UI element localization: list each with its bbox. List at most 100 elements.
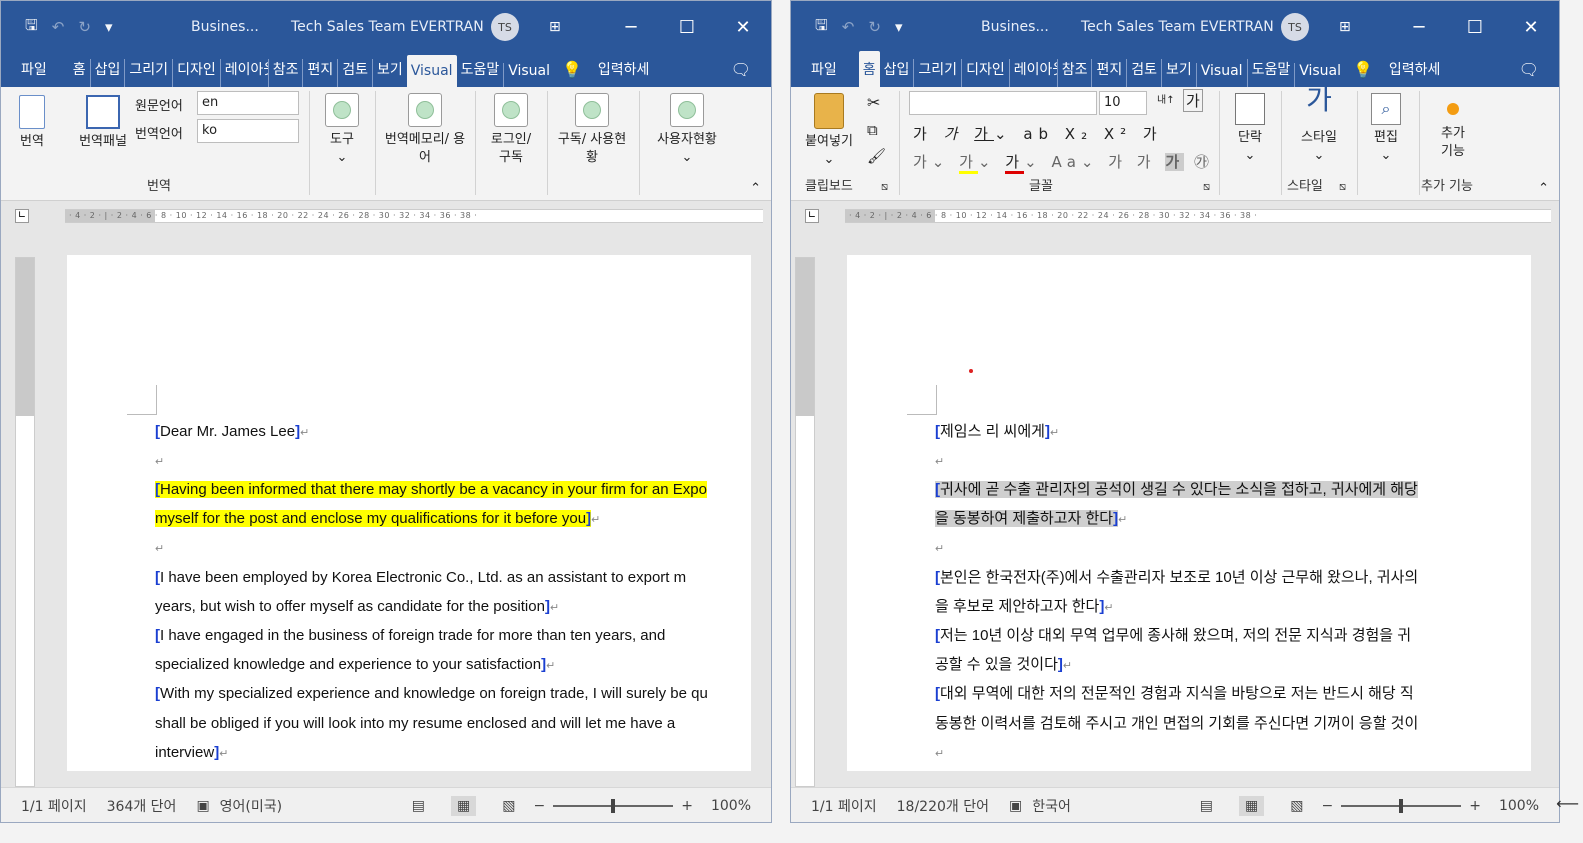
maximize-icon[interactable]: ☐ xyxy=(1447,17,1503,38)
language-indicator[interactable]: 영어(미국) xyxy=(220,796,282,816)
maximize-icon[interactable]: ☐ xyxy=(659,17,715,38)
tab-draw[interactable]: 그리기 xyxy=(124,59,172,87)
tab-mailings[interactable]: 편지 xyxy=(1091,59,1126,87)
styles-launcher-icon[interactable]: ⧅ xyxy=(1339,180,1346,194)
language-indicator[interactable]: 한국어 xyxy=(1032,796,1071,816)
zoom-slider[interactable] xyxy=(1341,799,1462,813)
change-case-icon[interactable]: 가 xyxy=(1183,89,1203,112)
lightbulb-icon[interactable]: 💡 xyxy=(554,60,590,87)
collapse-ribbon-icon[interactable]: ⌃ xyxy=(1538,181,1549,196)
zoom-level[interactable]: 100% xyxy=(1499,798,1539,814)
redo-icon[interactable]: ↻ xyxy=(78,18,91,36)
tell-me-box[interactable]: 입력하세 xyxy=(590,59,658,87)
tab-layout[interactable]: 레이아웃 xyxy=(219,59,268,87)
collapse-ribbon-icon[interactable]: ⌃ xyxy=(750,181,761,196)
customize-qat-icon[interactable]: ▾ xyxy=(105,18,113,36)
source-lang-field[interactable]: en xyxy=(197,91,299,115)
comment-icon[interactable]: 🗨 xyxy=(711,60,771,87)
tab-file[interactable]: 파일 xyxy=(791,59,859,87)
editing-button[interactable]: ⌕ 편집 ⌄ xyxy=(1363,93,1409,165)
addins-button[interactable]: 추가 기능 xyxy=(1423,97,1483,161)
font-color-row[interactable]: 가⌄ 가⌄ 가⌄ Aa⌄ 가 가 가 ㉮ xyxy=(913,151,1214,174)
grow-font-icon[interactable]: 내↑ xyxy=(1157,91,1175,106)
clipboard-launcher-icon[interactable]: ⧅ xyxy=(881,180,888,194)
undo-icon[interactable]: ↶ xyxy=(52,18,65,36)
tab-layout[interactable]: 레이아웃 xyxy=(1008,59,1057,87)
save-icon[interactable]: 🖫 xyxy=(815,15,828,40)
tab-mailings[interactable]: 편지 xyxy=(302,59,337,87)
tab-references[interactable]: 참조 xyxy=(267,59,303,87)
styles-button[interactable]: 가 스타일 ⌄ xyxy=(1287,86,1351,165)
font-size-field[interactable]: 10 xyxy=(1099,91,1147,115)
usage-button[interactable]: 사용자현황 ⌄ xyxy=(647,93,727,167)
print-layout-icon[interactable]: ▦ xyxy=(1239,796,1265,816)
document-page[interactable]: [Dear Mr. James Lee]↵ ↵ [Having been inf… xyxy=(67,255,751,771)
tab-draw[interactable]: 그리기 xyxy=(913,59,961,87)
tab-help[interactable]: 도움말 xyxy=(457,59,504,87)
tab-selector[interactable]: ∟ xyxy=(15,209,29,223)
customize-qat-icon[interactable]: ▾ xyxy=(895,18,903,36)
word-count[interactable]: 18/220개 단어 xyxy=(897,796,989,816)
tab-review[interactable]: 검토 xyxy=(337,59,372,87)
read-mode-icon[interactable]: ▤ xyxy=(412,798,425,814)
translate-pane-button[interactable]: 번역패널 xyxy=(73,95,133,151)
tab-view[interactable]: 보기 xyxy=(1161,59,1196,87)
tab-visual-2[interactable]: Visual xyxy=(503,63,554,87)
lightbulb-icon[interactable]: 💡 xyxy=(1345,60,1381,87)
zoom-out-icon[interactable]: − xyxy=(534,798,546,814)
tab-view[interactable]: 보기 xyxy=(372,59,407,87)
close-icon[interactable]: ✕ xyxy=(715,17,771,38)
tab-insert[interactable]: 삽입 xyxy=(880,59,914,87)
login-button[interactable]: 로그인/ 구독 xyxy=(483,93,539,167)
read-mode-icon[interactable]: ▤ xyxy=(1200,798,1213,814)
font-name-field[interactable] xyxy=(909,91,1097,115)
proofing-icon[interactable]: ▣ xyxy=(1009,798,1022,814)
web-layout-icon[interactable]: ▧ xyxy=(502,798,515,814)
memory-button[interactable]: 번역메모리/ 용어 xyxy=(383,93,467,167)
zoom-in-icon[interactable]: + xyxy=(1469,798,1481,814)
avatar[interactable]: TS xyxy=(1281,13,1309,41)
zoom-out-icon[interactable]: − xyxy=(1322,798,1334,814)
zoom-in-icon[interactable]: + xyxy=(681,798,693,814)
paste-button[interactable]: 붙여넣기 ⌄ xyxy=(799,93,859,169)
save-icon[interactable]: 🖫 xyxy=(25,15,38,40)
web-layout-icon[interactable]: ▧ xyxy=(1290,798,1303,814)
print-layout-icon[interactable]: ▦ xyxy=(451,796,477,816)
tab-design[interactable]: 디자인 xyxy=(172,59,220,87)
tab-visual-1[interactable]: Visual xyxy=(1195,63,1247,87)
target-lang-field[interactable]: ko xyxy=(197,119,299,143)
cut-icon[interactable]: ✂ xyxy=(867,93,880,112)
translate-button[interactable]: 번역 xyxy=(15,95,49,151)
tab-home[interactable]: 홈 xyxy=(69,59,90,87)
tab-review[interactable]: 검토 xyxy=(1126,59,1161,87)
redo-icon[interactable]: ↻ xyxy=(868,18,881,36)
minimize-icon[interactable]: ─ xyxy=(1391,17,1447,38)
close-icon[interactable]: ✕ xyxy=(1503,17,1559,38)
page-count[interactable]: 1/1 페이지 xyxy=(811,796,877,816)
paragraph-button[interactable]: 단락 ⌄ xyxy=(1229,93,1271,165)
tab-visual-1[interactable]: Visual xyxy=(406,55,457,87)
page-count[interactable]: 1/1 페이지 xyxy=(21,796,87,816)
tools-button[interactable]: 도구 ⌄ xyxy=(321,93,363,167)
font-format-row[interactable]: 가 가 가⌄ ab X₂ X² 가 xyxy=(913,123,1163,144)
ribbon-display-icon[interactable]: ⊞ xyxy=(1339,19,1351,35)
proofing-icon[interactable]: ▣ xyxy=(196,798,209,814)
ribbon-display-icon[interactable]: ⊞ xyxy=(549,19,561,35)
word-count[interactable]: 364개 단어 xyxy=(107,796,177,816)
copy-icon[interactable]: ⧉ xyxy=(867,121,878,139)
comment-icon[interactable]: 🗨 xyxy=(1499,60,1559,87)
tab-home[interactable]: 홈 xyxy=(858,51,880,87)
minimize-icon[interactable]: ─ xyxy=(603,17,659,38)
tab-help[interactable]: 도움말 xyxy=(1246,59,1295,87)
zoom-slider[interactable] xyxy=(553,799,674,813)
document-page[interactable]: [제임스 리 씨에게]↵ ↵ [귀사에 곧 수출 관리자의 공석이 생길 수 있… xyxy=(847,255,1531,771)
avatar[interactable]: TS xyxy=(491,13,519,41)
subscribe-button[interactable]: 구독/ 사용현황 xyxy=(553,93,631,167)
tab-references[interactable]: 참조 xyxy=(1056,59,1092,87)
format-painter-icon[interactable]: 🖌 xyxy=(867,147,886,165)
tab-selector[interactable]: ∟ xyxy=(805,209,819,223)
font-launcher-icon[interactable]: ⧅ xyxy=(1203,180,1210,194)
tab-file[interactable]: 파일 xyxy=(1,59,69,87)
tell-me-box[interactable]: 입력하세 xyxy=(1381,59,1449,87)
zoom-level[interactable]: 100% xyxy=(711,798,751,814)
